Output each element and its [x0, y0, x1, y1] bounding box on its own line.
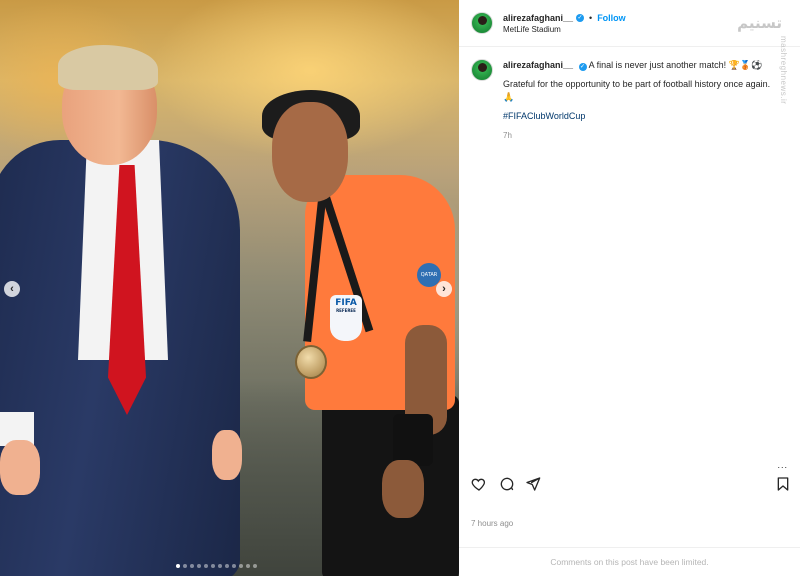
- carousel-dot: [246, 564, 250, 568]
- share-icon[interactable]: [525, 476, 541, 492]
- carousel-dot: [183, 564, 187, 568]
- chevron-left-icon: ‹: [10, 283, 14, 295]
- caption-line-1: A final is never just another match! 🏆🥉⚽: [588, 60, 763, 70]
- post-caption: alirezafaghani__ ✓ A final is never just…: [459, 47, 800, 148]
- watermark-url: mashreghnews.ir: [779, 36, 788, 105]
- referee-head: [272, 102, 348, 202]
- patch-text: QATAR: [420, 272, 438, 278]
- header-separator: •: [589, 12, 593, 23]
- caption-line-2: Grateful for the opportunity to be part …: [503, 79, 771, 102]
- carousel-dot: [218, 564, 222, 568]
- man-left-hand: [0, 440, 40, 495]
- more-options[interactable]: ...: [777, 460, 788, 470]
- carousel-next-button[interactable]: ›: [436, 281, 452, 297]
- caption-avatar[interactable]: [471, 59, 493, 81]
- fifa-referee-badge: FIFA REFEREE: [330, 295, 362, 341]
- carousel-dot: [176, 564, 180, 568]
- verified-badge-icon: ✓: [576, 13, 585, 22]
- avatar[interactable]: [471, 12, 493, 34]
- post-header: alirezafaghani__ ✓ • Follow MetLife Stad…: [459, 0, 800, 47]
- verified-badge-icon: ✓: [578, 63, 587, 71]
- badge-subtext: REFEREE: [336, 308, 356, 313]
- follow-button[interactable]: Follow: [597, 13, 626, 23]
- badge-text: FIFA: [335, 298, 357, 308]
- carousel-dot: [253, 564, 257, 568]
- relative-timestamp[interactable]: 7h: [503, 131, 512, 140]
- medal: [295, 345, 327, 379]
- caption-username[interactable]: alirezafaghani__: [503, 60, 573, 70]
- carousel-prev-button[interactable]: ‹: [4, 281, 20, 297]
- carousel-dot: [197, 564, 201, 568]
- post-side-panel: alirezafaghani__ ✓ • Follow MetLife Stad…: [459, 0, 800, 576]
- comments-limited-notice: Comments on this post have been limited.: [459, 547, 800, 576]
- bookmark-icon[interactable]: [775, 476, 791, 492]
- carousel-dot: [211, 564, 215, 568]
- hashtag-link[interactable]: #FIFAClubWorldCup: [503, 111, 585, 121]
- location-link[interactable]: MetLife Stadium: [503, 25, 626, 34]
- news-agency-logo: تسنیم: [737, 14, 782, 32]
- carousel-dots: [176, 564, 257, 568]
- chevron-right-icon: ›: [442, 283, 446, 295]
- username[interactable]: alirezafaghani__: [503, 13, 573, 23]
- carousel-dot: [225, 564, 229, 568]
- carousel-dot: [190, 564, 194, 568]
- referee-hand: [382, 460, 424, 518]
- post-actions: [471, 476, 791, 494]
- post-timestamp[interactable]: 7 hours ago: [471, 519, 513, 528]
- heart-icon[interactable]: [471, 476, 487, 492]
- man-hair: [58, 45, 158, 90]
- carousel-dot: [204, 564, 208, 568]
- comment-icon[interactable]: [499, 476, 515, 492]
- post-photo[interactable]: FIFA REFEREE QATAR ‹ ›: [0, 0, 459, 576]
- man-right-hand: [212, 430, 242, 480]
- carousel-dot: [232, 564, 236, 568]
- carousel-dot: [239, 564, 243, 568]
- referee-wristband: [393, 414, 433, 466]
